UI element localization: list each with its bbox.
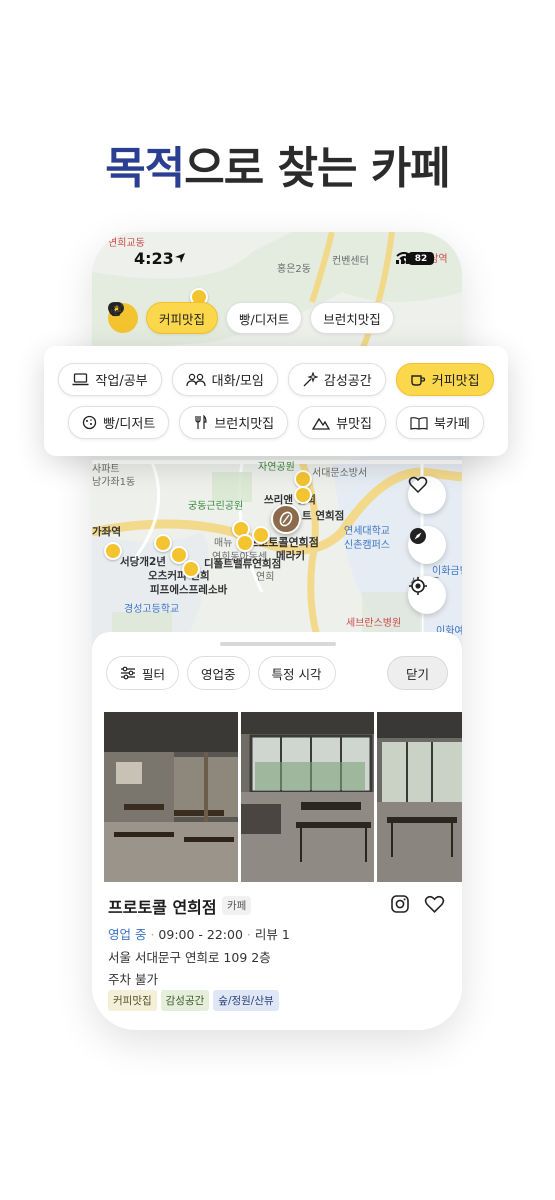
selected-cafe-pin[interactable] — [271, 504, 301, 534]
place-photo[interactable] — [377, 712, 462, 882]
sparkle-icon — [303, 371, 318, 386]
map-label: 이화금빈 — [432, 566, 462, 577]
review-count[interactable]: 리뷰 1 — [255, 927, 290, 942]
purpose-chip-work-study[interactable]: 작업/공부 — [58, 363, 162, 396]
map-label: 신촌캠퍼스 — [344, 540, 390, 551]
place-address: 서울 서대문구 연희로 109 2층 — [108, 950, 271, 965]
opening-hours: 09:00 - 22:00 — [158, 927, 243, 942]
purpose-chip-coffee[interactable]: 커피맛집 — [395, 363, 494, 396]
mountain-icon — [312, 417, 331, 430]
chip-label: 브런치맛집 — [214, 417, 275, 432]
sliders-icon — [121, 666, 135, 680]
headline-rest: 으로 찾는 카페 — [184, 143, 451, 194]
place-tag: 숲/정원/산뷰 — [213, 990, 279, 1011]
map-label: 남가좌1동 — [92, 477, 136, 488]
place-hours-line: 영업 중 · 09:00 - 22:00 · 리뷰 1 — [108, 927, 290, 942]
cafe-pin[interactable] — [154, 534, 172, 552]
headline-accent: 목적 — [105, 143, 185, 194]
favorite-heart-icon[interactable] — [424, 895, 445, 918]
map-label: 서당개2년 — [120, 556, 166, 568]
place-bottom-sheet: 필터 영업중 특정 시각 닫기 프로토콜 연희점 카페 영업 중 · 09:00… — [92, 632, 462, 1030]
chip-label: 감성공간 — [323, 374, 372, 389]
filter-label: 영업중 — [201, 666, 236, 682]
map-label: 궁동근린공원 — [188, 501, 244, 512]
instagram-icon[interactable] — [390, 894, 410, 918]
book-icon — [410, 416, 428, 430]
place-name[interactable]: 프로토콜 연희점 — [108, 894, 217, 918]
crosshair-icon — [409, 577, 427, 595]
coffee-bean-icon — [279, 511, 293, 527]
filter-label: 특정 시각 — [271, 666, 322, 682]
filter-label: 필터 — [142, 666, 166, 682]
map-label: 오츠커피 연희 — [148, 570, 210, 582]
map-label: 자연공원 — [258, 462, 295, 473]
purpose-row-1: 작업/공부 대화/모임 감성공간 커피맛집 — [44, 363, 508, 396]
chip-label: 대화/모임 — [211, 374, 264, 389]
chip-label: 커피맛집 — [159, 311, 206, 327]
filter-button[interactable]: 필터 — [106, 656, 180, 690]
heart-icon — [408, 476, 428, 494]
map-label: 가좌역 — [92, 526, 121, 538]
map-label: 매뉴 — [214, 538, 233, 549]
purpose-chip-view[interactable]: 뷰맛집 — [298, 406, 387, 439]
category-chip-coffee[interactable]: 커피맛집 — [109, 302, 219, 334]
chip-label: 커피맛집 — [431, 374, 480, 389]
open-now-filter[interactable]: 영업중 — [187, 656, 250, 690]
laptop-icon — [72, 373, 89, 386]
category-chip-bakery[interactable]: 빵/디저트 — [108, 302, 303, 334]
map-label: 세브란스병원 — [346, 618, 402, 629]
place-tags: 커피맛집 감성공간 숲/정원/산뷰 — [108, 990, 279, 1011]
purpose-chip-mood-space[interactable]: 감성공간 — [287, 363, 386, 396]
purpose-chip-book-cafe[interactable]: 북카페 — [396, 406, 484, 439]
purpose-row-2: 빵/디저트 브런치맛집 뷰맛집 북카페 — [44, 406, 508, 439]
coffee-cup-icon — [411, 374, 425, 386]
cafe-pin[interactable] — [252, 526, 270, 544]
place-tag: 감성공간 — [160, 990, 210, 1011]
place-photo-carousel[interactable] — [104, 712, 462, 882]
purpose-chip-conversation[interactable]: 대화/모임 — [171, 363, 278, 396]
place-category-badge: 카페 — [222, 896, 252, 915]
map-label: 연희 — [256, 572, 275, 583]
headline: 목적으로 찾는 카페 — [0, 132, 555, 196]
place-photo[interactable] — [241, 712, 374, 882]
open-status: 영업 중 — [108, 927, 147, 942]
fork-knife-icon — [195, 415, 207, 429]
clock: 4:23 — [134, 249, 174, 268]
map-label: 경성고등학교 — [124, 604, 180, 615]
top-category-row: 커피맛집 빵/디저트 브런치맛집 — [108, 302, 394, 334]
category-chip-brunch[interactable]: 브런치맛집 — [110, 302, 394, 334]
cafe-pin[interactable] — [104, 542, 122, 560]
compass-button[interactable] — [408, 526, 446, 564]
map-label: 트 연희점 — [302, 510, 345, 522]
cafe-pin[interactable] — [182, 560, 200, 578]
map-label: 연세대학교 — [344, 526, 390, 537]
place-tag: 커피맛집 — [108, 990, 157, 1011]
purpose-chip-brunch[interactable]: 브런치맛집 — [179, 406, 289, 439]
chip-label: 작업/공부 — [95, 374, 148, 389]
purpose-chip-bakery[interactable]: 빵/디저트 — [68, 406, 170, 439]
sheet-drag-handle[interactable] — [220, 642, 336, 646]
close-button[interactable]: 닫기 — [386, 656, 448, 690]
cafe-pin[interactable] — [294, 486, 312, 504]
chip-label: 브런치맛집 — [323, 311, 381, 327]
chip-label: 뷰맛집 — [336, 417, 373, 432]
cafe-pin[interactable] — [236, 534, 254, 552]
purpose-category-popover: 작업/공부 대화/모임 감성공간 커피맛집 빵/디저트 브런치맛집 뷰맛집 북카… — [44, 346, 508, 456]
parking-info: 주차 불가 — [108, 972, 158, 987]
cookie-icon — [82, 415, 97, 430]
favorite-map-button[interactable] — [408, 476, 446, 514]
map-label: 서대문소방서 — [312, 468, 368, 479]
specific-time-filter[interactable]: 특정 시각 — [257, 656, 336, 690]
chip-label: 빵/디저트 — [103, 417, 156, 432]
map-label: 연희교동 — [108, 238, 145, 249]
map-label: 피프에스프레소바 — [150, 584, 228, 596]
fork-knife-icon — [110, 302, 122, 316]
compass-icon — [410, 528, 426, 544]
status-bar: 4:23 82 — [92, 248, 462, 272]
my-location-button[interactable] — [408, 576, 446, 614]
people-icon — [186, 373, 206, 386]
chip-label: 북카페 — [434, 417, 470, 432]
chip-label: 빵/디저트 — [239, 311, 290, 327]
place-photo[interactable] — [104, 712, 238, 882]
